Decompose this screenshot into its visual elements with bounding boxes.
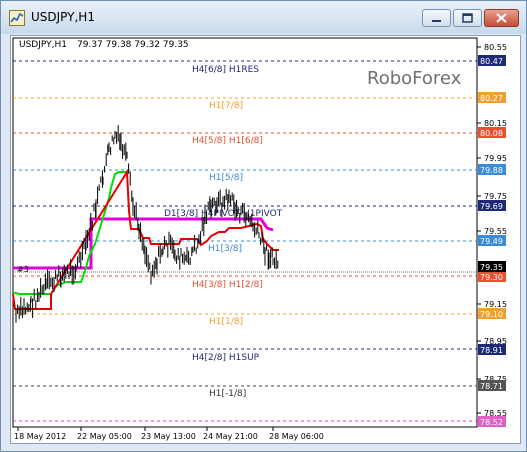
level-h1-minus-1-8: H1[-1/8] 78.71 [13, 380, 506, 399]
close-button[interactable] [484, 9, 519, 27]
level-label: H1[3/8] [208, 244, 242, 254]
minimize-button[interactable] [422, 9, 451, 27]
close-icon [496, 13, 507, 23]
level-price-tag: 80.47 [480, 57, 503, 66]
ohlc-values: 79.37 79.38 79.32 79.35 [77, 40, 189, 50]
price-tick: 79.15 [484, 300, 507, 309]
level-h1-1-8: H1[1/8] 79.10 [13, 308, 506, 327]
restore-icon [462, 13, 473, 23]
level-h4-3-8: H4[3/8] H1[2/8] 79.30 [13, 271, 506, 290]
level-price-tag: 80.27 [480, 94, 503, 103]
price-tick: 79.55 [484, 227, 507, 236]
maximize-button[interactable] [453, 9, 482, 27]
price-chart[interactable]: USDJPY,H1 79.37 79.38 79.32 79.35 RoboFo… [10, 35, 521, 444]
level-label: H4[6/8] H1RES [192, 65, 259, 75]
price-tick: 79.95 [484, 154, 507, 163]
time-tick: 28 May 06:00 [269, 432, 324, 441]
title-bar[interactable]: USDJPY,H1 [1, 1, 526, 34]
level-price-tag: 80.08 [480, 129, 503, 138]
current-price-label: 79.35 [480, 263, 503, 272]
level-h1-5-8: H1[5/8] 79.88 [13, 164, 506, 183]
level-h4-2-8: H4[2/8] H1SUP 78.91 [13, 344, 506, 363]
level-price-tag: 78.71 [480, 382, 503, 391]
price-tick: 79.75 [484, 192, 507, 201]
indicator-label: #3 [17, 265, 29, 274]
level-bottom: 78.52 [13, 416, 506, 427]
time-tick: 18 May 2012 [14, 432, 66, 441]
price-tick: 80.15 [484, 119, 507, 128]
price-bars [15, 125, 279, 323]
level-label: H1[7/8] [209, 101, 243, 111]
level-label: H4[5/8] H1[6/8] [192, 136, 263, 146]
level-price-tag: 78.91 [480, 346, 503, 355]
time-tick: 23 May 13:00 [141, 432, 196, 441]
time-axis: 18 May 2012 22 May 05:00 23 May 13:00 24… [14, 427, 324, 441]
level-price-tag: 79.30 [480, 273, 503, 282]
time-tick: 24 May 21:00 [203, 432, 258, 441]
level-pivot: D1[3/8] H4PIVOT H1PIVOT 79.69 [13, 200, 506, 219]
level-price-tag: 79.88 [480, 166, 503, 175]
level-label: H1[5/8] [209, 173, 243, 183]
level-price-tag: 79.49 [480, 237, 503, 246]
broker-watermark: RoboForex [367, 68, 462, 89]
chart-window: USDJPY,H1 USDJPY,H1 79.37 79.38 79.32 79… [0, 0, 527, 452]
level-h1-7-8: H1[7/8] 80.27 [13, 92, 506, 111]
level-label: H1[1/8] [209, 317, 243, 327]
level-price-tag: 79.10 [480, 310, 503, 319]
plot-area [12, 37, 478, 428]
level-price-tag: 78.52 [480, 418, 503, 427]
window-title: USDJPY,H1 [31, 10, 95, 24]
level-label: H1[-1/8] [209, 389, 246, 399]
level-label: H4[3/8] H1[2/8] [192, 280, 263, 290]
level-label: H4[2/8] H1SUP [192, 353, 260, 363]
price-tick: 80.55 [484, 43, 507, 52]
minimize-icon [432, 20, 441, 22]
level-price-tag: 79.69 [480, 202, 503, 211]
murrey-levels: H4[6/8] H1RES 80.47 H1[7/8] 80.27 H4[5/8… [13, 55, 506, 427]
ohlc-symbol: USDJPY,H1 [19, 40, 67, 50]
time-tick: 22 May 05:00 [77, 432, 132, 441]
level-h4-5-8: H4[5/8] H1[6/8] 80.08 [13, 127, 506, 146]
chart-canvas[interactable]: USDJPY,H1 79.37 79.38 79.32 79.35 RoboFo… [11, 36, 520, 443]
chart-window-icon [9, 10, 25, 26]
